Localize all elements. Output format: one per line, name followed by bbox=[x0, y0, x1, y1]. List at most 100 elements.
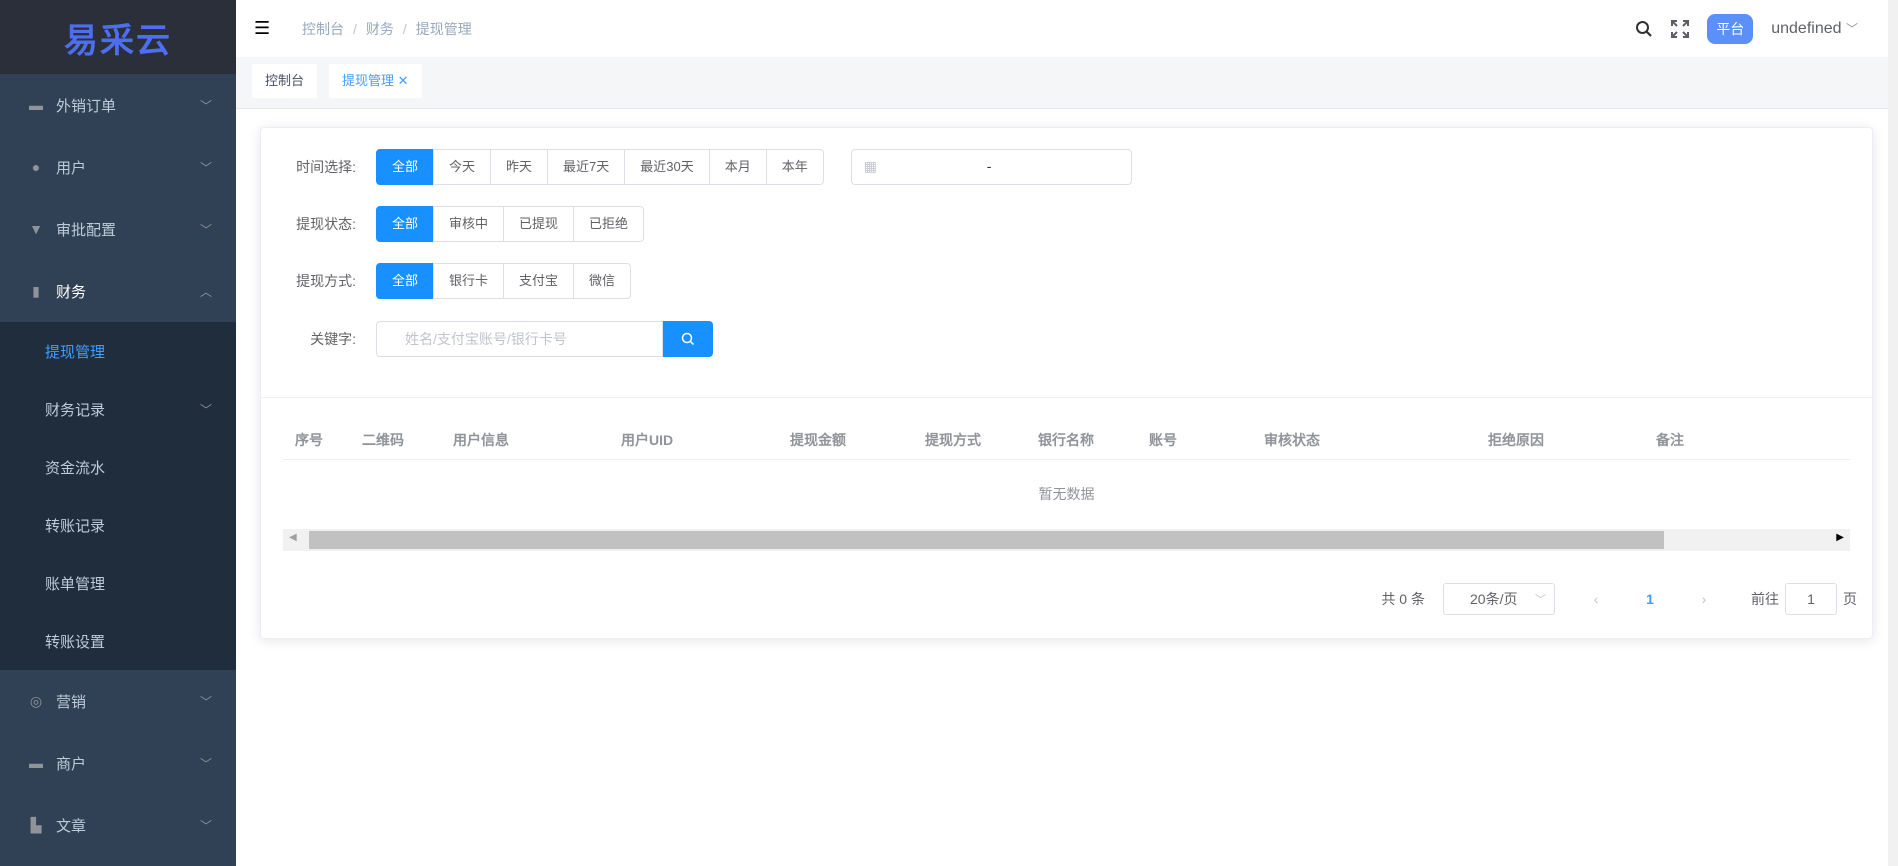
goto-label: 前往 bbox=[1751, 591, 1779, 607]
column-header: 账号 bbox=[1149, 432, 1177, 448]
breadcrumb-item: 提现管理 bbox=[415, 20, 472, 37]
page-unit-label: 页 bbox=[1843, 591, 1857, 607]
sidebar-item-finance[interactable]: ▮ 财务 ︿ bbox=[0, 260, 236, 322]
date-range-picker[interactable]: ▦ - bbox=[850, 149, 1132, 185]
search-icon[interactable] bbox=[1635, 20, 1653, 38]
method-option[interactable]: 微信 bbox=[573, 263, 632, 299]
sidebar-item-articles[interactable]: ▙ 文章 ﹀ bbox=[0, 794, 236, 856]
tab-dashboard[interactable]: 控制台 bbox=[252, 64, 318, 98]
time-option[interactable]: 最近7天 bbox=[547, 149, 626, 185]
breadcrumb-item[interactable]: 财务 bbox=[366, 21, 394, 37]
keyword-input[interactable] bbox=[376, 321, 663, 357]
status-option[interactable]: 审核中 bbox=[433, 206, 505, 242]
status-option[interactable]: 已拒绝 bbox=[573, 206, 645, 242]
breadcrumb-item[interactable]: 控制台 bbox=[302, 21, 344, 37]
close-icon[interactable]: ✕ bbox=[398, 73, 409, 88]
calendar-icon: ▦ bbox=[863, 158, 878, 174]
chevron-up-icon: ︿ bbox=[199, 284, 212, 299]
tab-withdrawals[interactable]: 提现管理 ✕ bbox=[329, 64, 422, 98]
column-header: 二维码 bbox=[362, 432, 404, 448]
date-separator: - bbox=[986, 158, 992, 174]
username: undefined bbox=[1771, 19, 1842, 37]
sidebar-item-label: 财务 bbox=[56, 283, 87, 301]
sidebar-item-approval[interactable]: ▼ 审批配置 ﹀ bbox=[0, 198, 236, 260]
search-button[interactable] bbox=[663, 321, 713, 357]
sidebar-item-label: 转账设置 bbox=[45, 633, 106, 651]
scrollbar-thumb[interactable] bbox=[309, 531, 1664, 549]
logo: 易采云 bbox=[0, 0, 236, 74]
time-option[interactable]: 最近30天 bbox=[624, 149, 710, 185]
top-header: ☰ 控制台 / 财务 / 提现管理 平台 undefined ﹀ bbox=[236, 0, 1898, 57]
sidebar-item-marketing[interactable]: ◎ 营销 ﹀ bbox=[0, 670, 236, 732]
withdrawal-card: 时间选择: 全部 今天 昨天 最近7天 最近30天 本月 本年 ▦ - 提现状态: 全部 审核… bbox=[260, 127, 1873, 639]
page-scrollbar[interactable] bbox=[1888, 0, 1898, 866]
time-option[interactable]: 本月 bbox=[708, 149, 767, 185]
column-header: 用户信息 bbox=[453, 432, 509, 448]
user-icon: ● bbox=[31, 159, 41, 175]
scroll-right-icon[interactable]: ▶ bbox=[1836, 532, 1844, 543]
time-option[interactable]: 昨天 bbox=[490, 149, 549, 185]
search-icon bbox=[681, 332, 695, 346]
column-header: 提现金额 bbox=[790, 432, 846, 448]
column-header: 用户UID bbox=[621, 432, 674, 448]
sidebar-item-finance-records[interactable]: 财务记录 ﹀ bbox=[0, 380, 236, 438]
chevron-down-icon: ﹀ bbox=[199, 818, 212, 833]
tab-label: 提现管理 bbox=[342, 73, 395, 88]
method-option[interactable]: 银行卡 bbox=[433, 263, 505, 299]
store-icon: ▬ bbox=[29, 755, 43, 771]
method-option[interactable]: 全部 bbox=[376, 263, 435, 299]
keyword-filter: 关键字: bbox=[261, 321, 713, 357]
empty-text: 暂无数据 bbox=[1038, 486, 1095, 502]
column-header: 提现方式 bbox=[925, 432, 981, 448]
filter-label: 提现方式: bbox=[296, 273, 356, 289]
sidebar: 易采云 ▬ 外销订单 ﹀ ● 用户 ﹀ ▼ 审批配置 ﹀ ▮ 财务 ︿ 提现管理 财务记录 ﹀ 资… bbox=[0, 0, 236, 866]
goto-page-input[interactable]: 1 bbox=[1785, 583, 1837, 615]
briefcase-icon: ▬ bbox=[29, 97, 43, 113]
tags-view: 控制台 提现管理 ✕ bbox=[236, 57, 1898, 109]
table-horizontal-scrollbar[interactable]: ◀ ▶ bbox=[283, 529, 1850, 551]
filter-label: 时间选择: bbox=[296, 159, 356, 175]
sidebar-item-label: 提现管理 bbox=[45, 343, 106, 361]
method-option[interactable]: 支付宝 bbox=[503, 263, 575, 299]
sidebar-item-transfer-records[interactable]: 转账记录 bbox=[0, 496, 236, 554]
sidebar-item-users[interactable]: ● 用户 ﹀ bbox=[0, 136, 236, 198]
sidebar-item-merchants[interactable]: ▬ 商户 ﹀ bbox=[0, 732, 236, 794]
page-size-select[interactable]: 20条/页 ﹀ bbox=[1443, 583, 1555, 615]
status-option[interactable]: 已提现 bbox=[503, 206, 575, 242]
time-option[interactable]: 今天 bbox=[433, 149, 492, 185]
column-header: 银行名称 bbox=[1038, 432, 1094, 448]
stamp-icon: ▼ bbox=[29, 221, 43, 237]
table-header-border bbox=[283, 459, 1850, 460]
lifebuoy-icon: ◎ bbox=[29, 693, 43, 709]
scroll-left-icon[interactable]: ◀ bbox=[289, 532, 297, 543]
sidebar-item-bills[interactable]: 账单管理 bbox=[0, 554, 236, 612]
page-size-value: 20条/页 bbox=[1470, 591, 1518, 607]
status-button-group: 全部 审核中 已提现 已拒绝 bbox=[376, 206, 645, 242]
chevron-down-icon: ﹀ bbox=[199, 756, 212, 771]
sidebar-item-label: 财务记录 bbox=[45, 401, 106, 419]
column-header: 审核状态 bbox=[1264, 432, 1320, 448]
user-dropdown[interactable]: undefined ﹀ bbox=[1771, 20, 1858, 38]
chevron-down-icon: ﹀ bbox=[1845, 21, 1858, 36]
menu-fold-icon[interactable]: ☰ bbox=[254, 18, 274, 39]
fullscreen-icon[interactable] bbox=[1671, 19, 1690, 38]
method-button-group: 全部 银行卡 支付宝 微信 bbox=[376, 263, 632, 299]
page-number[interactable]: 1 bbox=[1635, 591, 1665, 607]
book-icon: ▙ bbox=[30, 817, 42, 833]
pagination: 共 0 条 20条/页 ﹀ ‹ 1 › 前往 1 页 bbox=[1381, 583, 1857, 615]
status-option[interactable]: 全部 bbox=[376, 206, 435, 242]
sidebar-item-label: 商户 bbox=[56, 755, 87, 773]
chevron-down-icon: ﹀ bbox=[199, 222, 212, 237]
divider bbox=[261, 397, 1872, 398]
time-option[interactable]: 全部 bbox=[376, 149, 435, 185]
sidebar-item-cash-flow[interactable]: 资金流水 bbox=[0, 438, 236, 496]
status-filter: 提现状态: 全部 审核中 已提现 已拒绝 bbox=[261, 206, 645, 242]
sidebar-item-transfer-settings[interactable]: 转账设置 bbox=[0, 612, 236, 670]
chevron-down-icon: ﹀ bbox=[199, 694, 212, 709]
next-page-button[interactable]: › bbox=[1689, 591, 1719, 607]
sidebar-item-export-orders[interactable]: ▬ 外销订单 ﹀ bbox=[0, 74, 236, 136]
total-count: 共 0 条 bbox=[1381, 591, 1425, 607]
prev-page-button[interactable]: ‹ bbox=[1581, 591, 1611, 607]
time-option[interactable]: 本年 bbox=[765, 149, 824, 185]
sidebar-item-withdrawals[interactable]: 提现管理 bbox=[0, 322, 236, 380]
